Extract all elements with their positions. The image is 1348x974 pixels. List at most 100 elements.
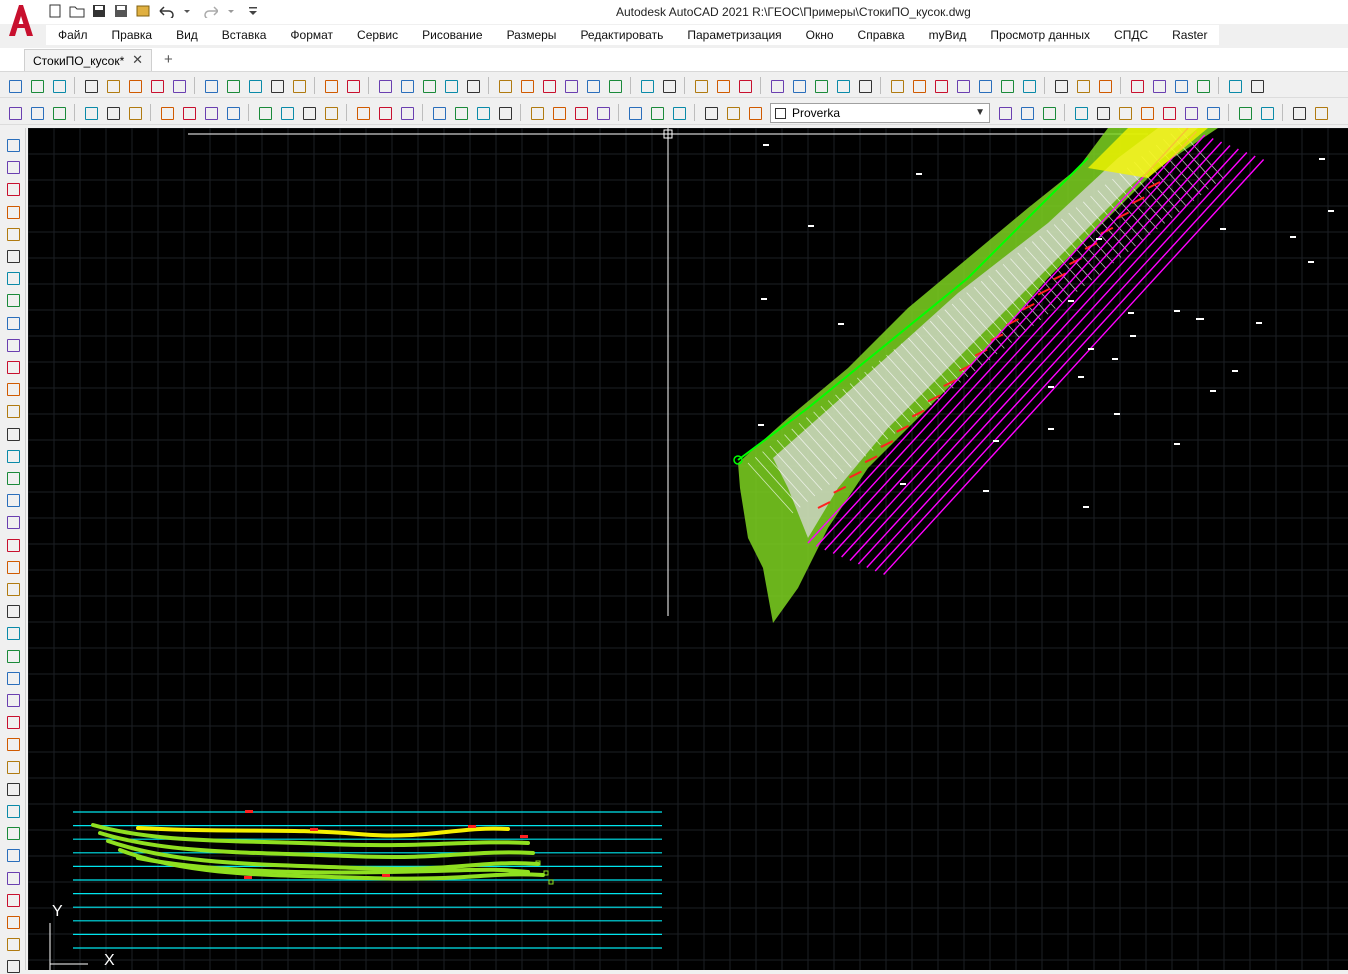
standard-tool-icon-20[interactable] (464, 77, 481, 94)
draw-tool-icon-36[interactable] (4, 913, 21, 930)
standard-tool-icon-14[interactable] (322, 77, 339, 94)
menu-data-view[interactable]: Просмотр данных (978, 25, 1102, 45)
draw-tool-icon-3[interactable] (4, 180, 21, 197)
layer-tool-icon-11[interactable] (256, 104, 273, 121)
layer-tool-icon-28[interactable] (670, 104, 687, 121)
standard-tool-icon-19[interactable] (442, 77, 459, 94)
standard-tool-icon-24[interactable] (562, 77, 579, 94)
menu-raster[interactable]: Raster (1160, 25, 1219, 45)
standard-tool-icon-51[interactable] (1226, 77, 1243, 94)
redo-dropdown-icon[interactable] (222, 3, 240, 19)
props-tool-icon-11[interactable] (1236, 104, 1253, 121)
props-tool-icon-5[interactable] (1094, 104, 1111, 121)
standard-tool-icon-3[interactable] (50, 77, 67, 94)
draw-tool-icon-18[interactable] (4, 513, 21, 530)
props-tool-icon-7[interactable] (1138, 104, 1155, 121)
draw-tool-icon-9[interactable] (4, 314, 21, 331)
draw-tool-icon-7[interactable] (4, 269, 21, 286)
standard-tool-icon-13[interactable] (290, 77, 307, 94)
layer-tool-icon-29[interactable] (702, 104, 719, 121)
new-tab-button[interactable]: + (164, 51, 173, 68)
props-tool-icon-13[interactable] (1290, 104, 1307, 121)
draw-tool-icon-34[interactable] (4, 869, 21, 886)
draw-tool-icon-31[interactable] (4, 802, 21, 819)
standard-tool-icon-7[interactable] (148, 77, 165, 94)
layer-tool-icon-6[interactable] (126, 104, 143, 121)
standard-tool-icon-4[interactable] (82, 77, 99, 94)
standard-tool-icon-12[interactable] (268, 77, 285, 94)
draw-tool-icon-27[interactable] (4, 713, 21, 730)
standard-tool-icon-5[interactable] (104, 77, 121, 94)
standard-tool-icon-31[interactable] (736, 77, 753, 94)
menu-edit[interactable]: Правка (100, 25, 165, 45)
layer-tool-icon-19[interactable] (452, 104, 469, 121)
layer-tool-icon-18[interactable] (430, 104, 447, 121)
draw-tool-icon-28[interactable] (4, 735, 21, 752)
standard-tool-icon-6[interactable] (126, 77, 143, 94)
draw-tool-icon-19[interactable] (4, 536, 21, 553)
layer-tool-icon-13[interactable] (300, 104, 317, 121)
layer-tool-icon-30[interactable] (724, 104, 741, 121)
props-tool-icon-8[interactable] (1160, 104, 1177, 121)
standard-tool-icon-35[interactable] (834, 77, 851, 94)
standard-tool-icon-38[interactable] (910, 77, 927, 94)
standard-tool-icon-42[interactable] (998, 77, 1015, 94)
props-tool-icon-1[interactable] (996, 104, 1013, 121)
draw-tool-icon-33[interactable] (4, 846, 21, 863)
layer-tool-icon-12[interactable] (278, 104, 295, 121)
layer-tool-icon-10[interactable] (224, 104, 241, 121)
standard-tool-icon-25[interactable] (584, 77, 601, 94)
layer-tool-icon-31[interactable] (746, 104, 763, 121)
draw-tool-icon-8[interactable] (4, 291, 21, 308)
standard-tool-icon-23[interactable] (540, 77, 557, 94)
standard-tool-icon-28[interactable] (660, 77, 677, 94)
menu-help[interactable]: Справка (846, 25, 917, 45)
plot-icon[interactable] (134, 3, 152, 19)
redo-icon[interactable] (200, 3, 218, 19)
layer-dropdown[interactable]: Proverka ▼ (770, 103, 990, 123)
draw-tool-icon-30[interactable] (4, 780, 21, 797)
props-tool-icon-2[interactable] (1018, 104, 1035, 121)
draw-tool-icon-4[interactable] (4, 203, 21, 220)
layer-tool-icon-4[interactable] (82, 104, 99, 121)
standard-tool-icon-50[interactable] (1194, 77, 1211, 94)
draw-tool-icon-5[interactable] (4, 225, 21, 242)
menu-view[interactable]: Вид (164, 25, 210, 45)
draw-tool-icon-13[interactable] (4, 402, 21, 419)
save-as-icon[interactable] (112, 3, 130, 19)
menu-modify[interactable]: Редактировать (568, 25, 675, 45)
draw-tool-icon-11[interactable] (4, 358, 21, 375)
draw-tool-icon-37[interactable] (4, 935, 21, 952)
standard-tool-icon-47[interactable] (1128, 77, 1145, 94)
standard-tool-icon-37[interactable] (888, 77, 905, 94)
draw-tool-icon-1[interactable] (4, 136, 21, 153)
standard-tool-icon-16[interactable] (376, 77, 393, 94)
standard-tool-icon-45[interactable] (1074, 77, 1091, 94)
layer-tool-icon-3[interactable] (50, 104, 67, 121)
standard-tool-icon-48[interactable] (1150, 77, 1167, 94)
standard-tool-icon-22[interactable] (518, 77, 535, 94)
standard-tool-icon-41[interactable] (976, 77, 993, 94)
menu-tools[interactable]: Сервис (345, 25, 410, 45)
draw-tool-icon-17[interactable] (4, 491, 21, 508)
standard-tool-icon-10[interactable] (224, 77, 241, 94)
standard-tool-icon-40[interactable] (954, 77, 971, 94)
standard-tool-icon-43[interactable] (1020, 77, 1037, 94)
standard-tool-icon-18[interactable] (420, 77, 437, 94)
undo-icon[interactable] (156, 3, 174, 19)
layer-tool-icon-20[interactable] (474, 104, 491, 121)
standard-tool-icon-26[interactable] (606, 77, 623, 94)
standard-tool-icon-21[interactable] (496, 77, 513, 94)
layer-tool-icon-5[interactable] (104, 104, 121, 121)
draw-tool-icon-6[interactable] (4, 247, 21, 264)
props-tool-icon-14[interactable] (1312, 104, 1329, 121)
menu-file[interactable]: Файл (46, 25, 100, 45)
undo-dropdown-icon[interactable] (178, 3, 196, 19)
draw-tool-icon-21[interactable] (4, 580, 21, 597)
draw-tool-icon-29[interactable] (4, 758, 21, 775)
layer-tool-icon-15[interactable] (354, 104, 371, 121)
layer-tool-icon-21[interactable] (496, 104, 513, 121)
layer-tool-icon-9[interactable] (202, 104, 219, 121)
layer-tool-icon-25[interactable] (594, 104, 611, 121)
layer-tool-icon-22[interactable] (528, 104, 545, 121)
